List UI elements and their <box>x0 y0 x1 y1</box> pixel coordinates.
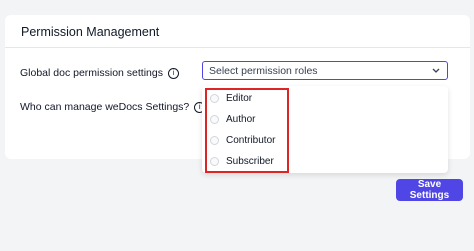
radio-icon[interactable] <box>210 115 219 124</box>
radio-icon[interactable] <box>210 157 219 166</box>
radio-icon[interactable] <box>210 136 219 145</box>
info-icon[interactable]: i <box>168 67 179 79</box>
row-label-text: Who can manage weDocs Settings? <box>20 101 190 113</box>
option-author[interactable]: Author <box>210 114 255 125</box>
option-contributor[interactable]: Contributor <box>210 135 275 146</box>
option-label: Contributor <box>226 135 276 146</box>
option-subscriber[interactable]: Subscriber <box>210 156 274 167</box>
select-placeholder: Select permission roles <box>209 64 318 77</box>
card-header: Permission Management <box>5 15 470 48</box>
row-label-text: Global doc permission settings <box>20 67 163 79</box>
option-label: Author <box>226 114 256 125</box>
chevron-down-icon <box>432 68 440 73</box>
save-settings-button[interactable]: Save Settings <box>396 179 463 201</box>
global-doc-permission-label: Global doc permission settings i <box>20 67 179 79</box>
manage-settings-label: Who can manage weDocs Settings? i <box>20 101 206 113</box>
radio-icon[interactable] <box>210 94 219 103</box>
option-editor[interactable]: Editor <box>210 93 252 104</box>
page-title: Permission Management <box>21 25 160 39</box>
permission-roles-select[interactable]: Select permission roles <box>202 61 448 80</box>
option-label: Editor <box>226 93 253 104</box>
option-label: Subscriber <box>226 156 274 167</box>
